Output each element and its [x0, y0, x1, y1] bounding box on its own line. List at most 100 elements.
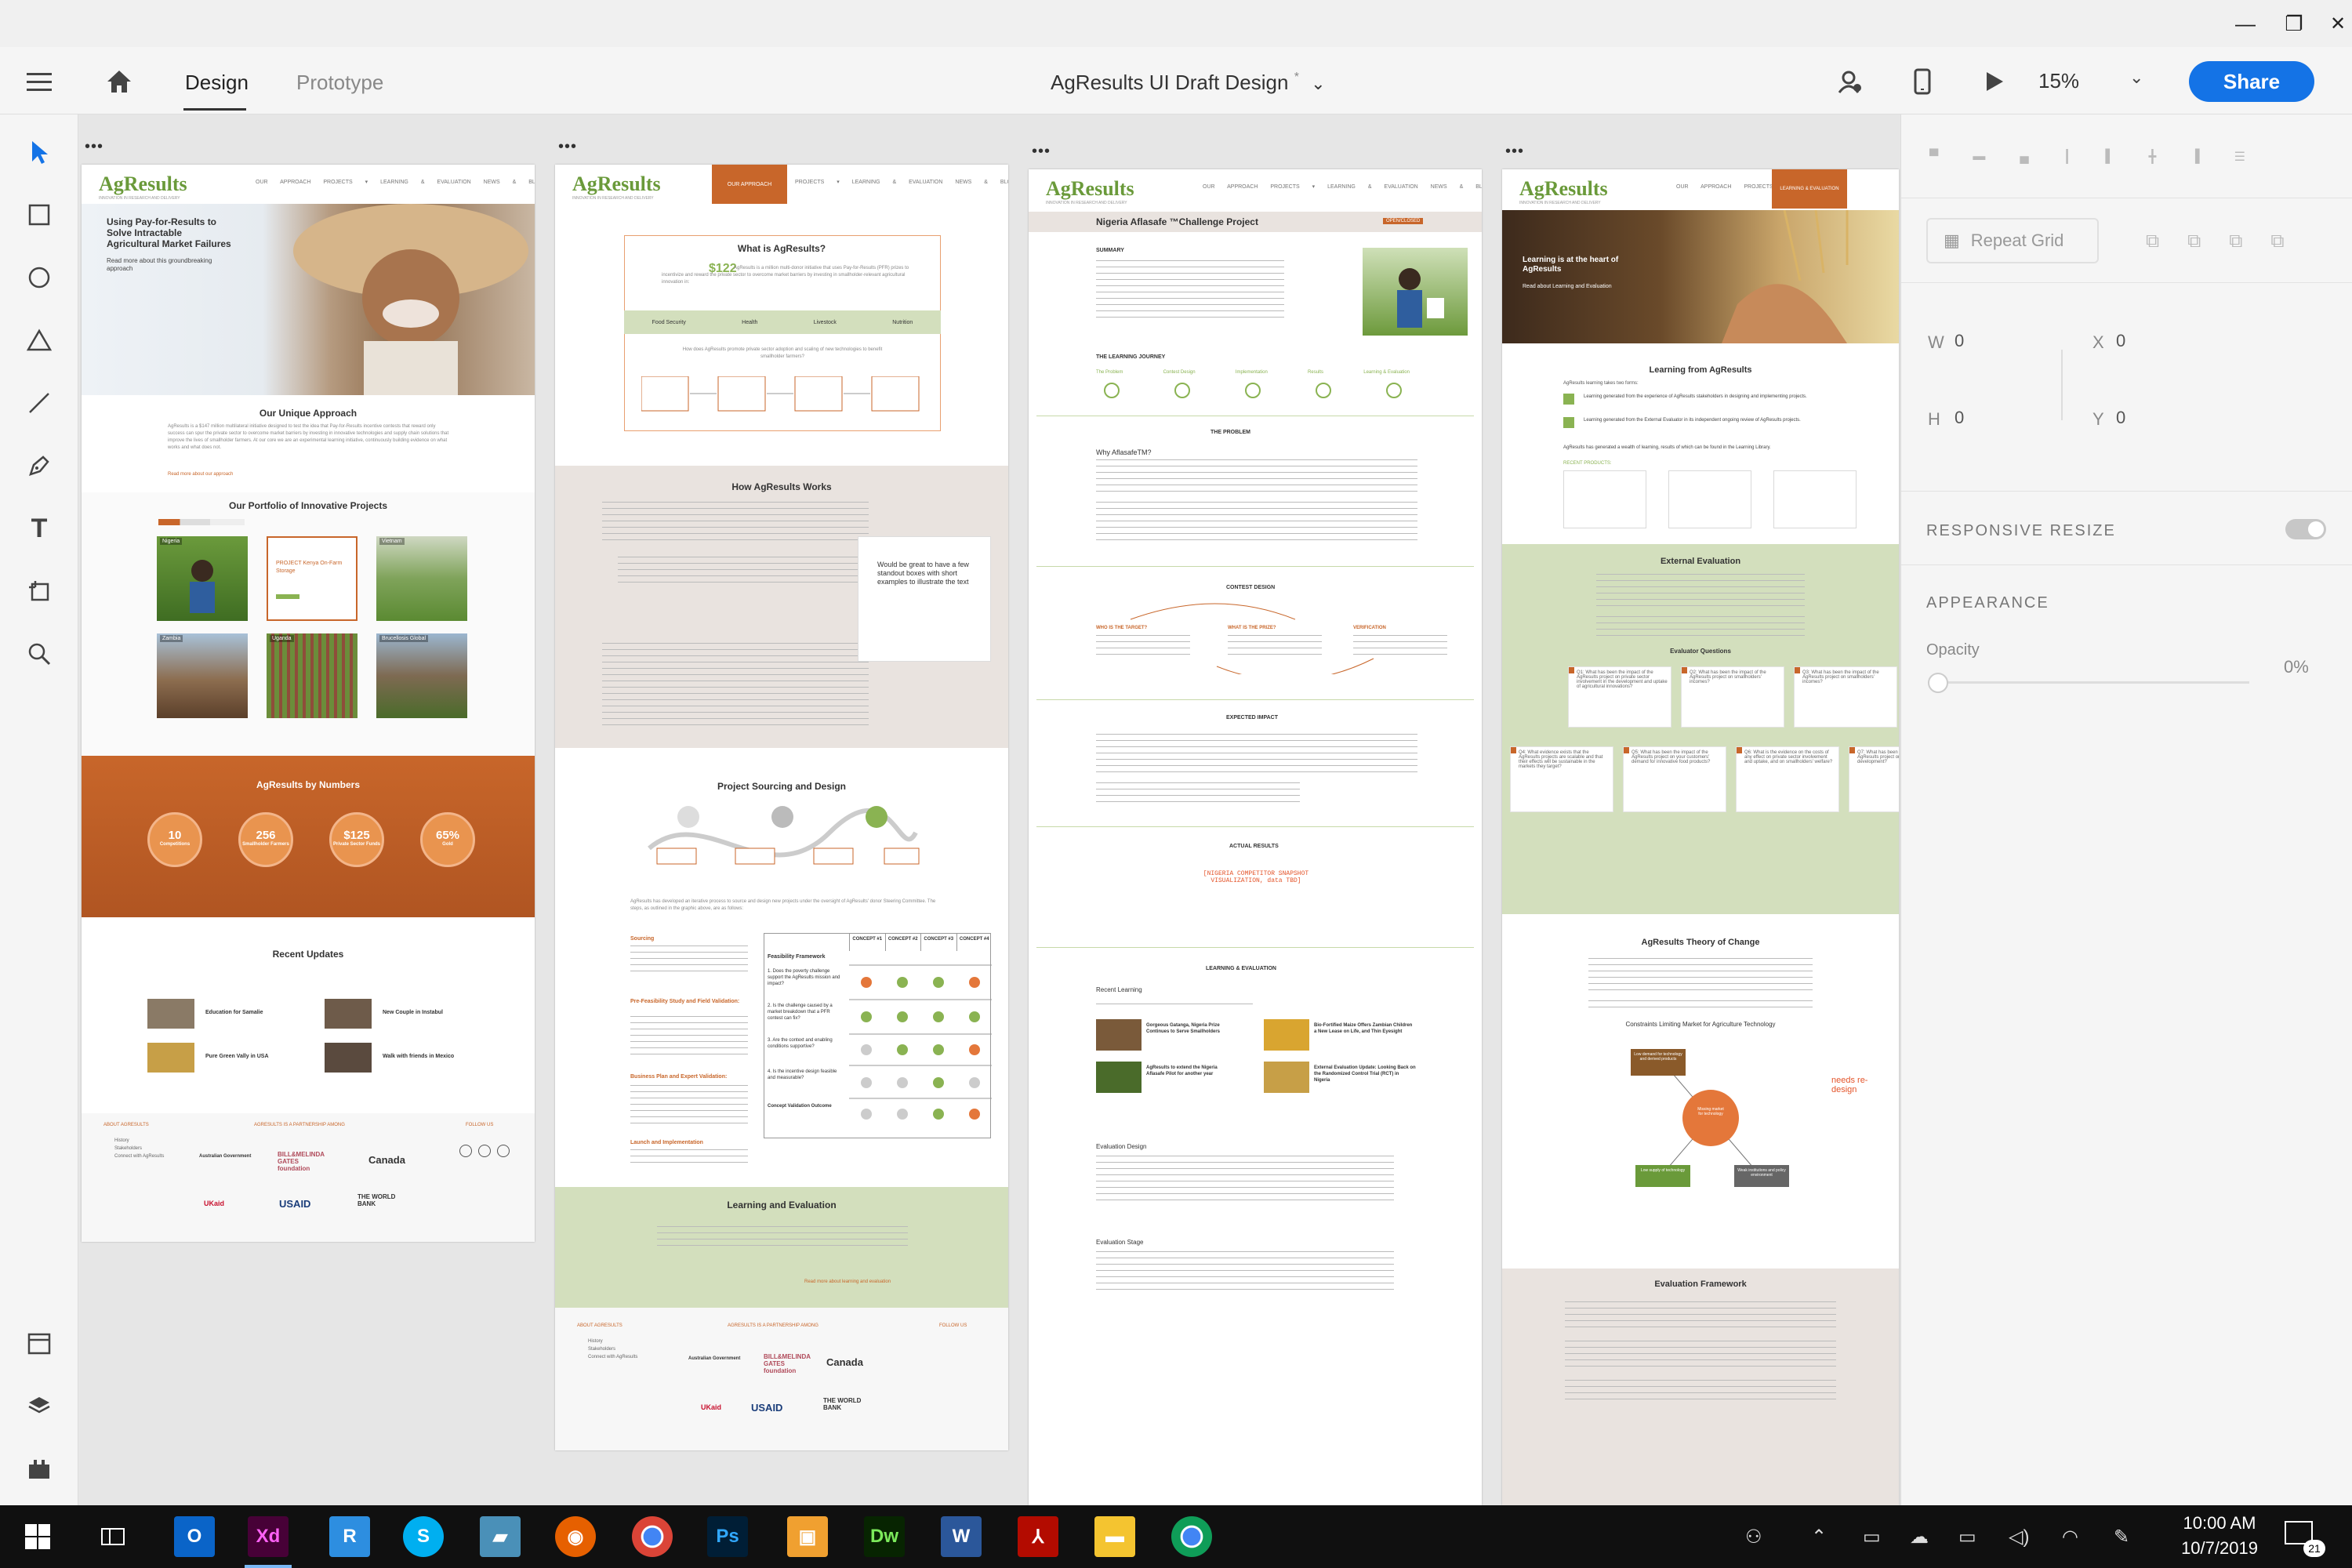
- notes-icon[interactable]: R: [329, 1516, 370, 1557]
- learning-title[interactable]: External Evaluation Update: Looking Back…: [1314, 1065, 1416, 1083]
- battery-icon[interactable]: ▭: [1958, 1526, 1976, 1548]
- align-middle-icon[interactable]: ▬: [1973, 150, 1985, 164]
- opacity-slider-track[interactable]: [1928, 681, 2249, 684]
- home-icon[interactable]: [103, 66, 135, 97]
- learning-thumb[interactable]: [1096, 1019, 1142, 1051]
- clock-time[interactable]: 10:00 AM: [2176, 1513, 2263, 1534]
- hero-link[interactable]: Read more about this groundbreaking appr…: [107, 257, 224, 273]
- task-view-icon[interactable]: [93, 1516, 133, 1557]
- project-tile-nigeria[interactable]: Nigeria: [157, 536, 248, 621]
- product-card[interactable]: [1668, 470, 1751, 528]
- update-thumb[interactable]: [325, 1043, 372, 1073]
- photoshop-icon[interactable]: Ps: [707, 1516, 748, 1557]
- artboard-learning[interactable]: AgResults INNOVATION IN RESEARCH AND DEL…: [1502, 169, 1899, 1505]
- artboard-menu-icon[interactable]: •••: [1032, 143, 1051, 161]
- question-card[interactable]: Q5: What has been the impact of the AgRe…: [1623, 746, 1726, 812]
- play-preview-icon[interactable]: [1979, 66, 2010, 97]
- opacity-slider-thumb[interactable]: [1928, 673, 1948, 693]
- hamburger-menu-icon[interactable]: [24, 66, 55, 97]
- opacity-value[interactable]: 0%: [2284, 657, 2309, 677]
- align-center-icon[interactable]: ╋: [2149, 149, 2157, 165]
- artboard-menu-icon[interactable]: •••: [1505, 143, 1524, 161]
- volume-icon[interactable]: ◁): [2009, 1526, 2029, 1548]
- product-card[interactable]: [1563, 470, 1646, 528]
- update-thumb[interactable]: [147, 1043, 194, 1073]
- learning-title[interactable]: AgResults to extend the Nigeria Aflasafe…: [1146, 1065, 1232, 1077]
- pdf-icon[interactable]: ⅄: [1018, 1516, 1058, 1557]
- align-right-icon[interactable]: ▐: [2190, 150, 2199, 164]
- learning-title[interactable]: Bio-Fortified Maize Offers Zambian Child…: [1314, 1022, 1416, 1035]
- portfolio-filter-tabs[interactable]: [158, 519, 245, 525]
- nav-active[interactable]: LEARNING & EVALUATION: [1772, 169, 1847, 209]
- align-bottom-icon[interactable]: ▄: [2020, 150, 2028, 164]
- update-thumb[interactable]: [147, 999, 194, 1029]
- tray-chevron-icon[interactable]: ⌃: [1811, 1526, 1827, 1548]
- screen-icon[interactable]: ▭: [1863, 1526, 1881, 1548]
- ellipse-icon[interactable]: [24, 262, 55, 293]
- boolean-ops[interactable]: ⧉ ⧉ ⧉ ⧉: [2146, 230, 2334, 252]
- le-link[interactable]: Read more about learning and evaluation: [804, 1279, 891, 1284]
- outlook-icon[interactable]: O: [174, 1516, 215, 1557]
- onedrive-icon[interactable]: ☁: [1910, 1526, 1929, 1548]
- distribute-icon[interactable]: ┃: [2063, 149, 2071, 165]
- x-input[interactable]: 0: [2116, 331, 2125, 351]
- pen-ink-icon[interactable]: ✎: [2114, 1526, 2129, 1548]
- people-icon[interactable]: ⚇: [1745, 1526, 1762, 1548]
- chevron-down-icon[interactable]: ⌄: [1311, 74, 1325, 93]
- design-canvas[interactable]: ••• AgResults INNOVATION IN RESEARCH AND…: [78, 114, 1900, 1505]
- zoom-level[interactable]: 15%: [2038, 69, 2079, 93]
- approach-link[interactable]: Read more about our approach: [168, 472, 233, 477]
- artboard-home[interactable]: AgResults INNOVATION IN RESEARCH AND DEL…: [82, 165, 535, 1242]
- rectangle-icon[interactable]: [24, 199, 55, 230]
- assets-icon[interactable]: [24, 1328, 55, 1359]
- device-preview-icon[interactable]: [1907, 66, 1938, 97]
- hero-link[interactable]: Read about Learning and Evaluation: [1523, 284, 1612, 289]
- share-user-icon[interactable]: [1835, 66, 1866, 97]
- project-tile-uganda[interactable]: Uganda: [267, 633, 358, 718]
- tab-prototype[interactable]: Prototype: [296, 71, 383, 95]
- zoom-chevron-icon[interactable]: ⌄: [2129, 67, 2143, 88]
- wifi-icon[interactable]: ◠: [2062, 1526, 2078, 1548]
- triangle-icon[interactable]: [24, 325, 55, 356]
- document-title[interactable]: AgResults UI Draft Design * ⌄: [1051, 71, 1326, 95]
- artboard-icon[interactable]: [24, 575, 55, 607]
- learning-thumb[interactable]: [1264, 1019, 1309, 1051]
- clock-date[interactable]: 10/7/2019: [2176, 1538, 2263, 1559]
- nav-active[interactable]: OUR APPROACH: [712, 165, 787, 204]
- lock-aspect-icon[interactable]: [2045, 350, 2063, 420]
- files-icon[interactable]: ▰: [480, 1516, 521, 1557]
- align-top-icon[interactable]: ▀: [1929, 150, 1938, 164]
- y-input[interactable]: 0: [2116, 408, 2125, 428]
- firefox-icon[interactable]: ◉: [555, 1516, 596, 1557]
- distribute-v-icon[interactable]: ☰: [2234, 149, 2245, 165]
- learning-thumb[interactable]: [1096, 1062, 1142, 1093]
- comment-note[interactable]: Would be great to have a few standout bo…: [858, 536, 991, 662]
- maximize-button[interactable]: ❐: [2278, 9, 2310, 38]
- artboard-menu-icon[interactable]: •••: [85, 138, 103, 156]
- update-title[interactable]: New Couple in Instabul: [383, 1010, 443, 1015]
- footer-links[interactable]: History Stakeholders Connect with AgResult…: [588, 1338, 637, 1361]
- chrome-2-icon[interactable]: [1171, 1516, 1212, 1557]
- word-icon[interactable]: W: [941, 1516, 982, 1557]
- close-button[interactable]: ✕: [2322, 9, 2352, 38]
- start-icon[interactable]: [17, 1516, 58, 1557]
- minimize-button[interactable]: —: [2230, 9, 2261, 38]
- align-toolbar[interactable]: ▀ ▬ ▄ ┃ ▌ ╋ ▐ ☰: [1929, 141, 2352, 172]
- product-card[interactable]: [1773, 470, 1857, 528]
- tab-design[interactable]: Design: [185, 71, 249, 95]
- problem-step-icon[interactable]: [1104, 383, 1120, 398]
- question-card[interactable]: Q2: What has been the impact of the AgRe…: [1681, 666, 1784, 728]
- project-tile-zambia[interactable]: Zambia: [157, 633, 248, 718]
- layers-icon[interactable]: [24, 1391, 55, 1422]
- w-input[interactable]: 0: [1955, 331, 1964, 351]
- update-title[interactable]: Pure Green Vally in USA: [205, 1054, 269, 1059]
- question-card[interactable]: Q4: What evidence exists that the AgResu…: [1510, 746, 1613, 812]
- h-input[interactable]: 0: [1955, 408, 1964, 428]
- footer-links[interactable]: History Stakeholders Connect with AgResult…: [114, 1137, 164, 1160]
- question-card[interactable]: Q3: What has been the impact of the AgRe…: [1794, 666, 1897, 728]
- text-icon[interactable]: T: [24, 513, 55, 544]
- artboard-approach[interactable]: AgResults INNOVATION IN RESEARCH AND DEL…: [555, 165, 1008, 1450]
- results-step-icon[interactable]: [1316, 383, 1331, 398]
- responsive-resize-toggle[interactable]: [2285, 519, 2326, 539]
- artboard-menu-icon[interactable]: •••: [558, 138, 577, 156]
